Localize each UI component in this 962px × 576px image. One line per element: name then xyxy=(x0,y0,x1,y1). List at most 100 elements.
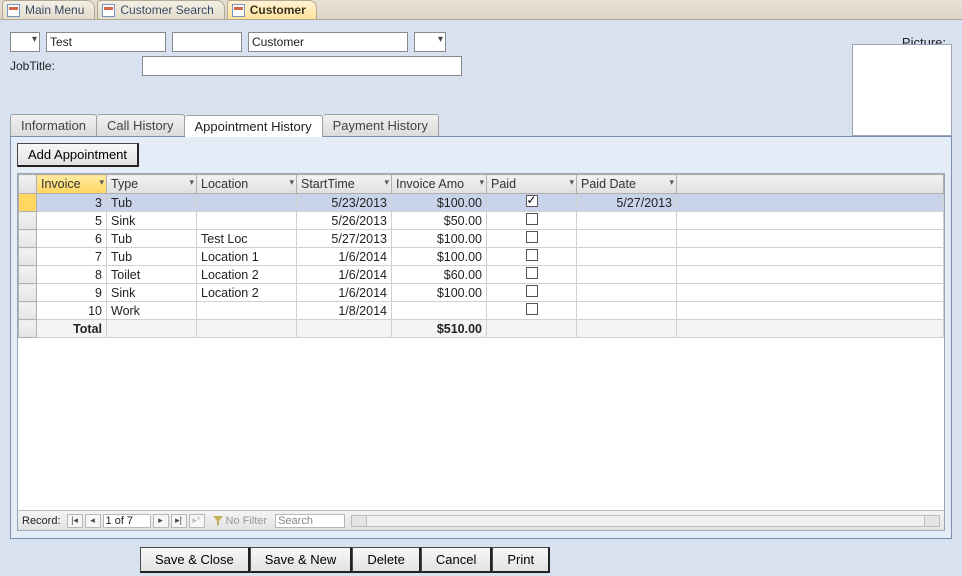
delete-button[interactable]: Delete xyxy=(352,547,421,573)
suffix-combo[interactable] xyxy=(414,32,446,52)
row-selector[interactable] xyxy=(19,284,37,302)
nav-prev-button[interactable]: ◂ xyxy=(85,514,101,528)
cell-amount[interactable]: $100.00 xyxy=(392,284,487,302)
cell-paid[interactable] xyxy=(487,266,577,284)
tab-payment-history[interactable]: Payment History xyxy=(323,114,439,136)
cell-location[interactable] xyxy=(197,302,297,320)
cell-paid-date[interactable] xyxy=(577,248,677,266)
col-invoice[interactable]: Invoice▾ xyxy=(37,175,107,194)
cancel-button[interactable]: Cancel xyxy=(421,547,492,573)
row-selector[interactable] xyxy=(19,194,37,212)
cell-type[interactable]: Tub xyxy=(107,194,197,212)
chevron-down-icon[interactable]: ▾ xyxy=(569,177,574,188)
middle-name-field[interactable] xyxy=(172,32,242,52)
row-selector[interactable] xyxy=(19,230,37,248)
title-combo[interactable] xyxy=(10,32,40,52)
cell-paid-date[interactable] xyxy=(577,302,677,320)
cell-start[interactable]: 5/27/2013 xyxy=(297,230,392,248)
nav-new-button[interactable]: ▸* xyxy=(189,514,205,528)
row-selector[interactable] xyxy=(19,302,37,320)
checkbox-icon[interactable] xyxy=(526,303,538,315)
horizontal-scrollbar[interactable] xyxy=(351,515,940,527)
table-row[interactable]: 6TubTest Loc5/27/2013$100.00 xyxy=(19,230,944,248)
table-row[interactable]: 8ToiletLocation 21/6/2014$60.00 xyxy=(19,266,944,284)
cell-amount[interactable]: $60.00 xyxy=(392,266,487,284)
search-input[interactable]: Search xyxy=(275,514,345,528)
chevron-down-icon[interactable]: ▾ xyxy=(384,177,389,188)
cell-invoice[interactable]: 9 xyxy=(37,284,107,302)
cell-invoice[interactable]: 3 xyxy=(37,194,107,212)
cell-paid[interactable] xyxy=(487,302,577,320)
cell-location[interactable]: Location 1 xyxy=(197,248,297,266)
table-row[interactable]: 3Tub 5/23/2013$100.00 5/27/2013 xyxy=(19,194,944,212)
cell-start[interactable]: 1/8/2014 xyxy=(297,302,392,320)
row-selector[interactable] xyxy=(19,266,37,284)
cell-amount[interactable]: $50.00 xyxy=(392,212,487,230)
table-row[interactable]: 5Sink 5/26/2013$50.00 xyxy=(19,212,944,230)
cell-paid-date[interactable] xyxy=(577,212,677,230)
cell-start[interactable]: 5/26/2013 xyxy=(297,212,392,230)
cell-location[interactable]: Location 2 xyxy=(197,266,297,284)
chevron-down-icon[interactable]: ▾ xyxy=(289,177,294,188)
cell-paid-date[interactable] xyxy=(577,230,677,248)
row-selector[interactable] xyxy=(19,248,37,266)
table-row[interactable]: 10Work1/8/2014 xyxy=(19,302,944,320)
cell-location[interactable]: Location 2 xyxy=(197,284,297,302)
cell-paid-date[interactable]: 5/27/2013 xyxy=(577,194,677,212)
cell-paid[interactable] xyxy=(487,194,577,212)
cell-paid[interactable] xyxy=(487,284,577,302)
col-type[interactable]: Type▾ xyxy=(107,175,197,194)
checkbox-icon[interactable] xyxy=(526,267,538,279)
cell-start[interactable]: 1/6/2014 xyxy=(297,284,392,302)
cell-type[interactable]: Sink xyxy=(107,284,197,302)
jobtitle-field[interactable] xyxy=(142,56,462,76)
nav-last-button[interactable]: ▸| xyxy=(171,514,187,528)
cell-start[interactable]: 1/6/2014 xyxy=(297,248,392,266)
col-paid-date[interactable]: Paid Date▾ xyxy=(577,175,677,194)
row-selector[interactable] xyxy=(19,212,37,230)
col-location[interactable]: Location▾ xyxy=(197,175,297,194)
cell-start[interactable]: 1/6/2014 xyxy=(297,266,392,284)
cell-invoice[interactable]: 8 xyxy=(37,266,107,284)
add-appointment-button[interactable]: Add Appointment xyxy=(17,143,139,167)
doc-tab-main-menu[interactable]: Main Menu xyxy=(2,0,95,19)
cell-paid[interactable] xyxy=(487,212,577,230)
col-paid[interactable]: Paid▾ xyxy=(487,175,577,194)
tab-appointment-history[interactable]: Appointment History xyxy=(185,115,323,137)
chevron-down-icon[interactable]: ▾ xyxy=(669,177,674,188)
cell-amount[interactable]: $100.00 xyxy=(392,248,487,266)
cell-invoice[interactable]: 7 xyxy=(37,248,107,266)
save-close-button[interactable]: Save & Close xyxy=(140,547,250,573)
cell-type[interactable]: Tub xyxy=(107,248,197,266)
doc-tab-customer-search[interactable]: Customer Search xyxy=(97,0,224,19)
checkbox-icon[interactable] xyxy=(526,231,538,243)
picture-placeholder[interactable] xyxy=(852,44,952,136)
nav-next-button[interactable]: ▸ xyxy=(153,514,169,528)
cell-paid-date[interactable] xyxy=(577,284,677,302)
first-name-field[interactable]: Test xyxy=(46,32,166,52)
cell-type[interactable]: Toilet xyxy=(107,266,197,284)
cell-invoice[interactable]: 10 xyxy=(37,302,107,320)
checkbox-icon[interactable] xyxy=(526,285,538,297)
col-start[interactable]: StartTime▾ xyxy=(297,175,392,194)
checkbox-icon[interactable] xyxy=(526,213,538,225)
checkbox-icon[interactable] xyxy=(526,195,538,207)
print-button[interactable]: Print xyxy=(492,547,550,573)
cell-start[interactable]: 5/23/2013 xyxy=(297,194,392,212)
cell-location[interactable] xyxy=(197,212,297,230)
col-amount[interactable]: Invoice Amo▾ xyxy=(392,175,487,194)
no-filter-indicator[interactable]: No Filter xyxy=(213,515,268,527)
table-row[interactable]: 9SinkLocation 21/6/2014$100.00 xyxy=(19,284,944,302)
cell-invoice[interactable]: 5 xyxy=(37,212,107,230)
cell-type[interactable]: Tub xyxy=(107,230,197,248)
cell-type[interactable]: Sink xyxy=(107,212,197,230)
nav-position[interactable]: 1 of 7 xyxy=(103,514,151,528)
tab-call-history[interactable]: Call History xyxy=(97,114,184,136)
chevron-down-icon[interactable]: ▾ xyxy=(479,177,484,188)
checkbox-icon[interactable] xyxy=(526,249,538,261)
cell-amount[interactable]: $100.00 xyxy=(392,194,487,212)
select-all-corner[interactable] xyxy=(19,175,37,194)
cell-location[interactable] xyxy=(197,194,297,212)
doc-tab-customer[interactable]: Customer xyxy=(227,0,317,19)
cell-paid[interactable] xyxy=(487,230,577,248)
